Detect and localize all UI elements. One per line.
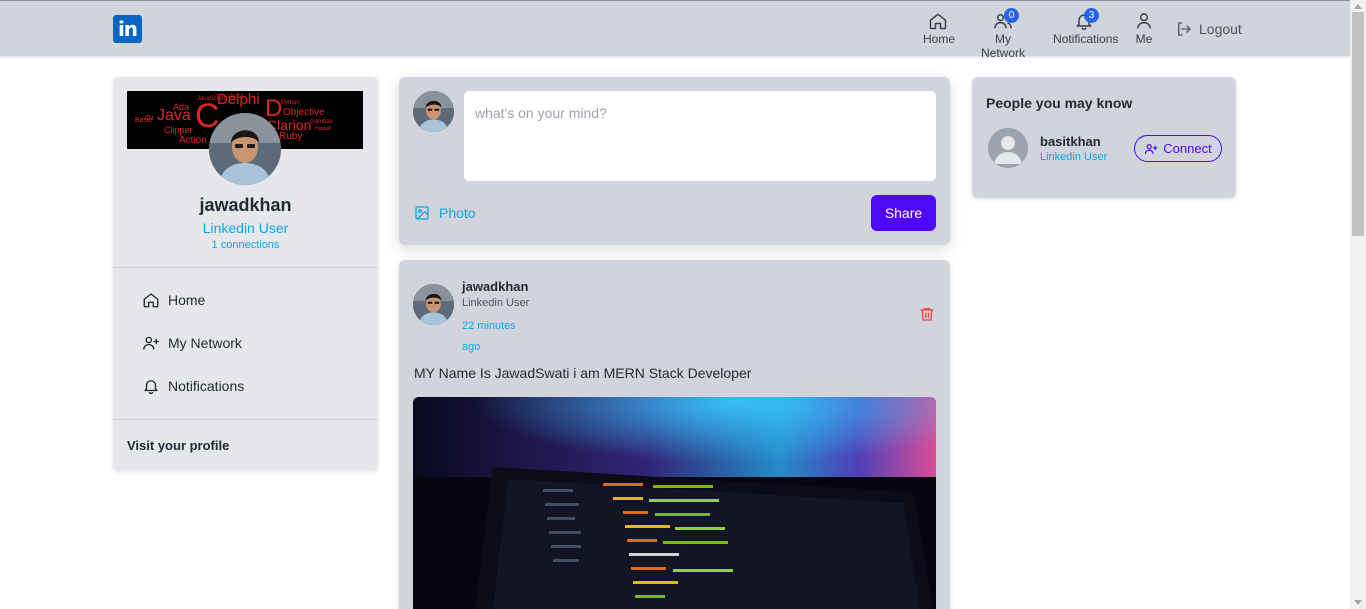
network-count-badge: 0 bbox=[1004, 8, 1019, 23]
sidebar-item-label: Notifications bbox=[168, 378, 245, 394]
post-timestamp: 22 minutes ago bbox=[462, 320, 516, 353]
sidebar-item-my-network[interactable]: My Network bbox=[142, 334, 242, 352]
share-button[interactable]: Share bbox=[871, 195, 936, 231]
post-text-input[interactable] bbox=[464, 91, 936, 181]
banner-word: JavaScript bbox=[197, 96, 226, 102]
logout-icon bbox=[1178, 22, 1191, 36]
user-plus-icon bbox=[1145, 143, 1158, 154]
page-scrollbar[interactable] bbox=[1350, 0, 1366, 609]
add-photo-label: Photo bbox=[439, 205, 476, 221]
nav-notifications-label: Notifications bbox=[1053, 32, 1119, 46]
bell-icon bbox=[144, 380, 158, 395]
post-author-role: Linkedin User bbox=[462, 297, 530, 309]
delete-post-trash-icon[interactable] bbox=[919, 306, 935, 322]
post-composer: Photo Share bbox=[399, 77, 950, 245]
nav-home-label: Home bbox=[923, 32, 956, 46]
linkedin-logo[interactable]: in bbox=[113, 15, 142, 43]
post-author-avatar[interactable] bbox=[413, 284, 454, 325]
banner-word: Oz bbox=[145, 115, 154, 122]
sidebar-item-label: My Network bbox=[168, 335, 242, 351]
banner-word: Ada bbox=[173, 102, 190, 112]
feed-post: jawadkhan Linkedin User 22 minutes ago M… bbox=[399, 260, 950, 609]
banner-word: Python bbox=[281, 100, 300, 106]
banner-word: Visual bbox=[227, 94, 244, 100]
banner-word: Gambas bbox=[310, 119, 333, 125]
suggestions-title: People you may know bbox=[986, 95, 1133, 111]
nav-my-network[interactable]: 0 My Network bbox=[972, 8, 1034, 60]
notifications-count-badge: 3 bbox=[1084, 8, 1099, 23]
profile-card: Delphi Java C D Clarion Objective Ruby A… bbox=[113, 77, 378, 471]
visit-profile-link[interactable]: Visit your profile bbox=[127, 438, 229, 453]
connect-label: Connect bbox=[1163, 141, 1212, 156]
add-photo-button[interactable]: Photo bbox=[414, 205, 476, 221]
user-icon bbox=[1137, 13, 1151, 29]
banner-word: Haskell bbox=[315, 126, 332, 132]
nav-my-network-label: My Network bbox=[980, 32, 1025, 60]
home-icon bbox=[143, 293, 159, 308]
post-body-text: MY Name Is JawadSwati i am MERN Stack De… bbox=[414, 365, 752, 381]
banner-word: Objective bbox=[283, 107, 325, 118]
sidebar-divider bbox=[113, 419, 378, 420]
post-image[interactable] bbox=[413, 397, 936, 609]
nav-home[interactable]: Home bbox=[923, 11, 956, 46]
scrollbar-thumb[interactable] bbox=[1352, 12, 1364, 236]
home-icon bbox=[929, 13, 946, 30]
scroll-up-arrow-icon[interactable] bbox=[1354, 4, 1362, 9]
scroll-down-arrow-icon[interactable] bbox=[1354, 600, 1362, 605]
profile-name[interactable]: jawadkhan bbox=[113, 195, 378, 216]
logout-button[interactable]: Logout bbox=[1175, 20, 1242, 38]
sidebar-item-home[interactable]: Home bbox=[142, 291, 205, 309]
connect-button[interactable]: Connect bbox=[1134, 135, 1222, 162]
suggestion-role: Linkedin User bbox=[1040, 151, 1108, 163]
banner-word: Action bbox=[179, 135, 207, 146]
profile-connections[interactable]: 1 connections bbox=[113, 239, 378, 251]
nav-me-label: Me bbox=[1135, 32, 1153, 46]
nav-me[interactable]: Me bbox=[1133, 11, 1155, 46]
profile-role: Linkedin User bbox=[202, 220, 289, 236]
banner-word: Ruby bbox=[279, 131, 303, 142]
user-plus-icon bbox=[143, 336, 160, 350]
logout-label: Logout bbox=[1199, 21, 1242, 37]
banner-word: Clipper bbox=[164, 125, 193, 135]
sidebar-item-notifications[interactable]: Notifications bbox=[142, 377, 244, 395]
profile-avatar[interactable] bbox=[209, 113, 281, 185]
image-icon bbox=[415, 206, 429, 220]
post-author-name[interactable]: jawadkhan bbox=[462, 279, 528, 294]
nav-notifications[interactable]: 3 Notifications bbox=[1053, 8, 1119, 46]
composer-avatar bbox=[413, 91, 454, 132]
sidebar-item-label: Home bbox=[168, 292, 206, 308]
people-you-may-know-card: People you may know basitkhan Linkedin U… bbox=[972, 77, 1236, 198]
profile-divider bbox=[113, 267, 378, 268]
suggestion-name[interactable]: basitkhan bbox=[1040, 134, 1101, 149]
suggestion-avatar[interactable] bbox=[988, 128, 1028, 168]
top-navbar: in Home 0 My Network 3 Notifications Me … bbox=[0, 0, 1350, 60]
